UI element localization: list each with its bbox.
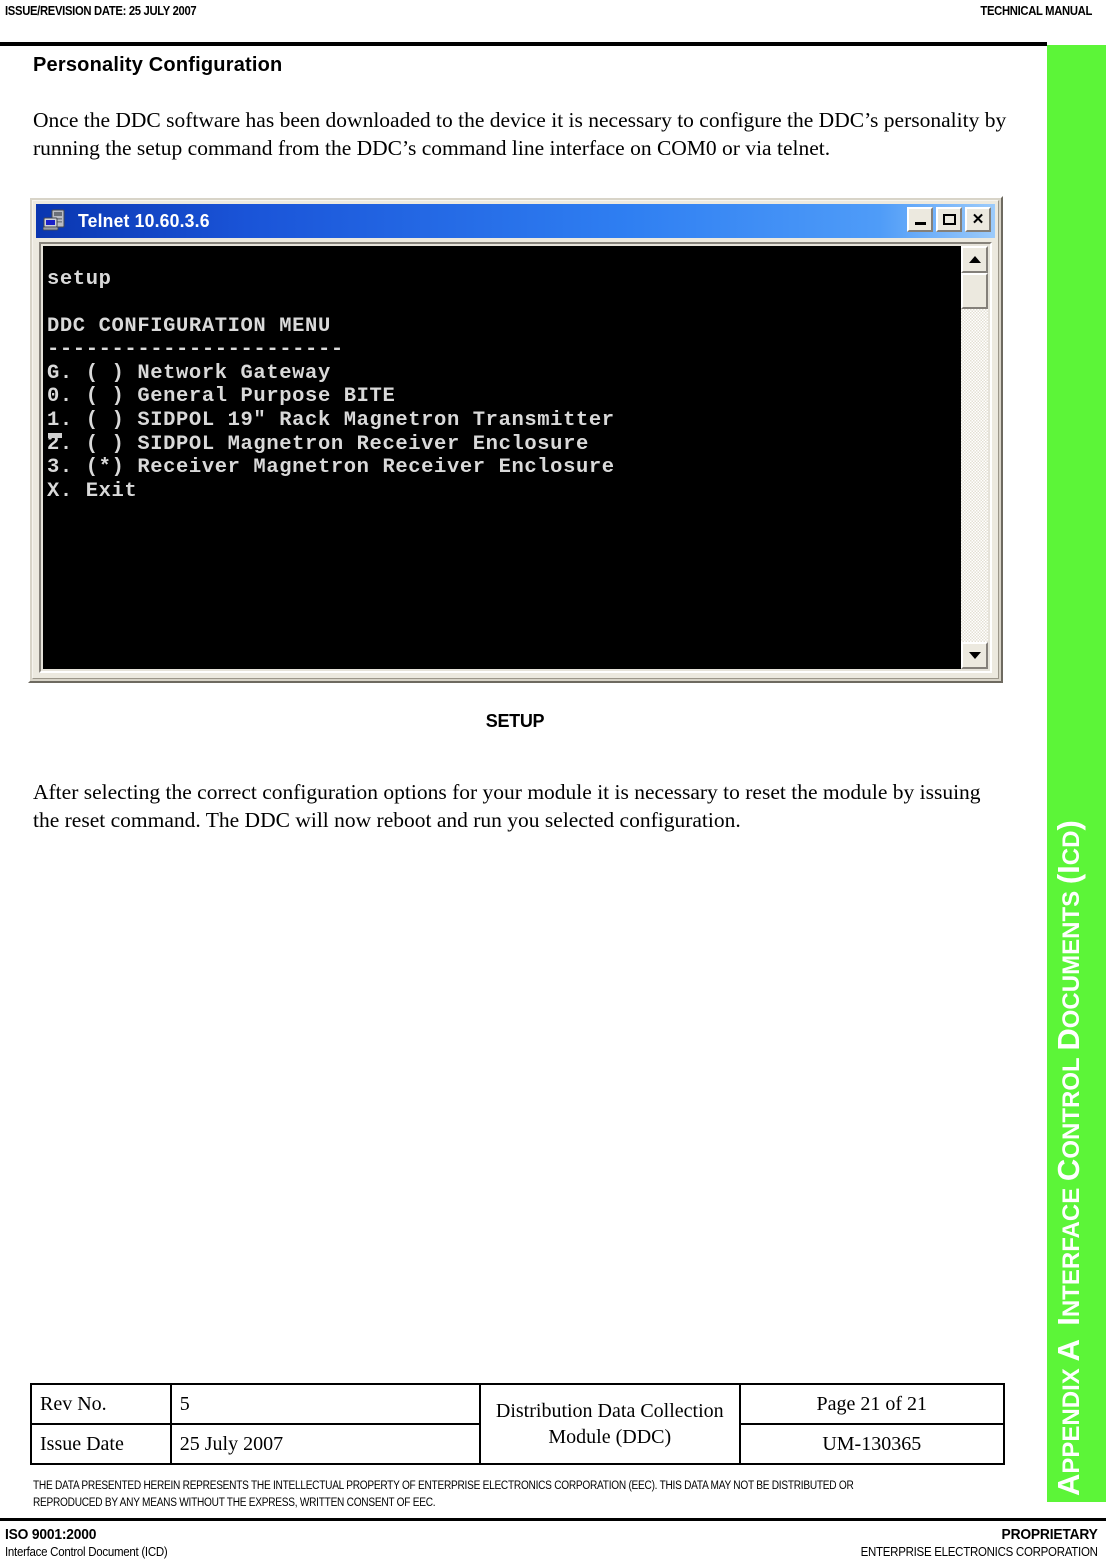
rev-no-label: Rev No.	[30, 1383, 172, 1425]
close-icon: ✕	[971, 211, 985, 228]
iso-certification-label: ISO 9001:2000	[5, 1526, 97, 1543]
document-title-cell: Distribution Data Collection Module (DDC…	[478, 1383, 741, 1465]
terminal-cursor	[48, 433, 62, 438]
terminal-scrollbar[interactable]	[961, 246, 988, 669]
proprietary-notice: THE DATA PRESENTED HEREIN REPRESENTS THE…	[33, 1480, 854, 1509]
maximize-icon	[942, 214, 956, 225]
maximize-button[interactable]	[936, 207, 962, 232]
proprietary-label: PROPRIETARY	[1001, 1526, 1098, 1543]
terminal-bevel: setup DDC CONFIGURATION MENU -----------…	[39, 242, 992, 673]
telnet-window-title: Telnet 10.60.3.6	[78, 210, 210, 231]
terminal-output-text: setup DDC CONFIGURATION MENU -----------…	[47, 267, 615, 503]
page-title: Personality Configuration	[33, 54, 283, 76]
scrollbar-thumb[interactable]	[961, 273, 988, 309]
rev-no-value: 5	[169, 1383, 481, 1425]
appendix-tab-rotated-container: APPENDIX A INTERFACE CONTROL DOCUMENTS (…	[1047, 56, 1091, 1496]
footer-divider-rule	[0, 1518, 1106, 1521]
company-name-label: ENTERPRISE ELECTRONICS CORPORATION	[860, 1545, 1098, 1559]
footer-right-block: PROPRIETARY ENTERPRISE ELECTRONICS CORPO…	[840, 1526, 1098, 1559]
scroll-up-button[interactable]	[961, 246, 988, 273]
appendix-tab: APPENDIX A INTERFACE CONTROL DOCUMENTS (…	[1047, 45, 1106, 1502]
terminal-screen[interactable]: setup DDC CONFIGURATION MENU -----------…	[43, 246, 965, 669]
header-issue-date: ISSUE/REVISION DATE: 25 JULY 2007	[5, 4, 197, 18]
chevron-down-icon	[968, 652, 981, 659]
issue-date-label: Issue Date	[30, 1423, 172, 1465]
chevron-up-icon	[968, 256, 981, 263]
telnet-titlebar[interactable]: Telnet 10.60.3.6 ✕	[36, 204, 995, 238]
header-document-type: TECHNICAL MANUAL	[980, 4, 1092, 18]
window-controls: ✕	[907, 207, 991, 232]
close-button[interactable]: ✕	[965, 207, 991, 232]
minimize-button[interactable]	[907, 207, 933, 232]
scrollbar-track[interactable]	[961, 273, 988, 642]
telnet-window: Telnet 10.60.3.6 ✕ setup DDC CONFIGURATI…	[28, 196, 1003, 683]
paragraph-intro: Once the DDC software has been downloade…	[33, 108, 1007, 160]
document-type-label: Interface Control Document (ICD)	[5, 1545, 168, 1559]
document-control-table: Rev No. 5 Distribution Data Collection M…	[30, 1383, 1006, 1465]
telnet-window-inner-frame: Telnet 10.60.3.6 ✕ setup DDC CONFIGURATI…	[32, 200, 999, 679]
footer-left-block: ISO 9001:2000 Interface Control Document…	[5, 1526, 182, 1559]
minimize-icon	[914, 221, 926, 225]
paragraph-reset-instructions: After selecting the correct configuratio…	[33, 780, 981, 832]
scroll-down-button[interactable]	[961, 642, 988, 669]
table-row: Rev No. 5 Distribution Data Collection M…	[30, 1383, 1006, 1465]
page-number-cell: Page 21 of 21	[738, 1383, 1006, 1425]
telnet-computer-icon	[42, 209, 69, 233]
figure-caption: SETUP	[485, 711, 545, 731]
appendix-tab-label: APPENDIX A INTERFACE CONTROL DOCUMENTS (…	[1051, 820, 1086, 1496]
header-divider-rule	[0, 42, 1047, 46]
issue-date-value: 25 July 2007	[169, 1423, 481, 1465]
document-number-cell: UM-130365	[738, 1423, 1006, 1465]
running-header: ISSUE/REVISION DATE: 25 JULY 2007 TECHNI…	[0, 0, 1106, 44]
